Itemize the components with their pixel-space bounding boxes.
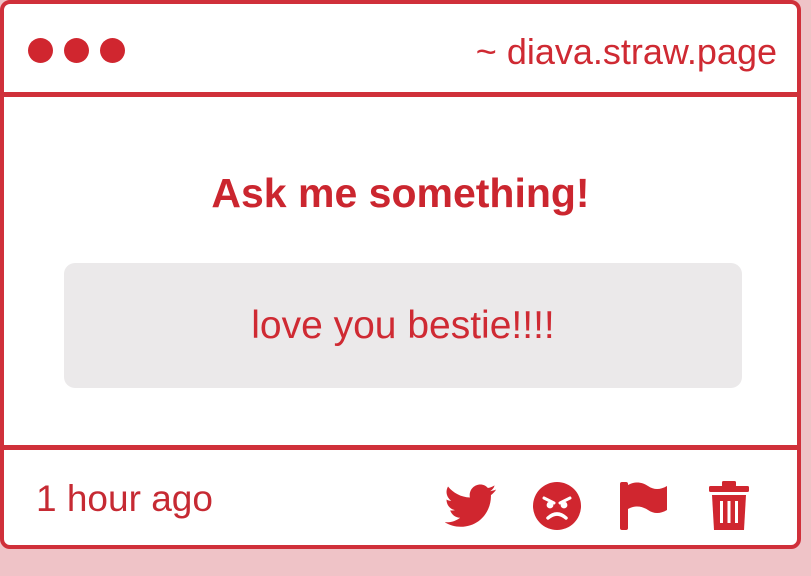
timestamp: 1 hour ago: [36, 478, 213, 519]
message-box: love you bestie!!!!: [64, 263, 742, 388]
card-footer: 1 hour ago: [4, 445, 797, 545]
page-url: ~ diava.straw.page: [475, 31, 777, 72]
twitter-icon: [445, 484, 497, 527]
question-content: Ask me something! love you bestie!!!!: [4, 97, 797, 445]
window-dot-3: [100, 38, 125, 63]
question-heading: Ask me something!: [211, 170, 590, 216]
page-background-strip: [0, 549, 811, 576]
angry-face-icon: [533, 482, 581, 530]
window-dot-2: [64, 38, 89, 63]
action-bar: [445, 480, 755, 532]
delete-button[interactable]: [703, 480, 755, 532]
window-controls: [28, 38, 125, 63]
message-text: love you bestie!!!!: [251, 303, 555, 347]
window-dot-1: [28, 38, 53, 63]
angry-react-button[interactable]: [531, 480, 583, 532]
trash-icon: [709, 481, 749, 530]
share-twitter-button[interactable]: [445, 480, 497, 532]
window-titlebar: ~ diava.straw.page: [4, 4, 797, 97]
flag-icon: [620, 482, 667, 530]
question-card-window: ~ diava.straw.page Ask me something! lov…: [0, 0, 801, 549]
report-button[interactable]: [617, 480, 669, 532]
